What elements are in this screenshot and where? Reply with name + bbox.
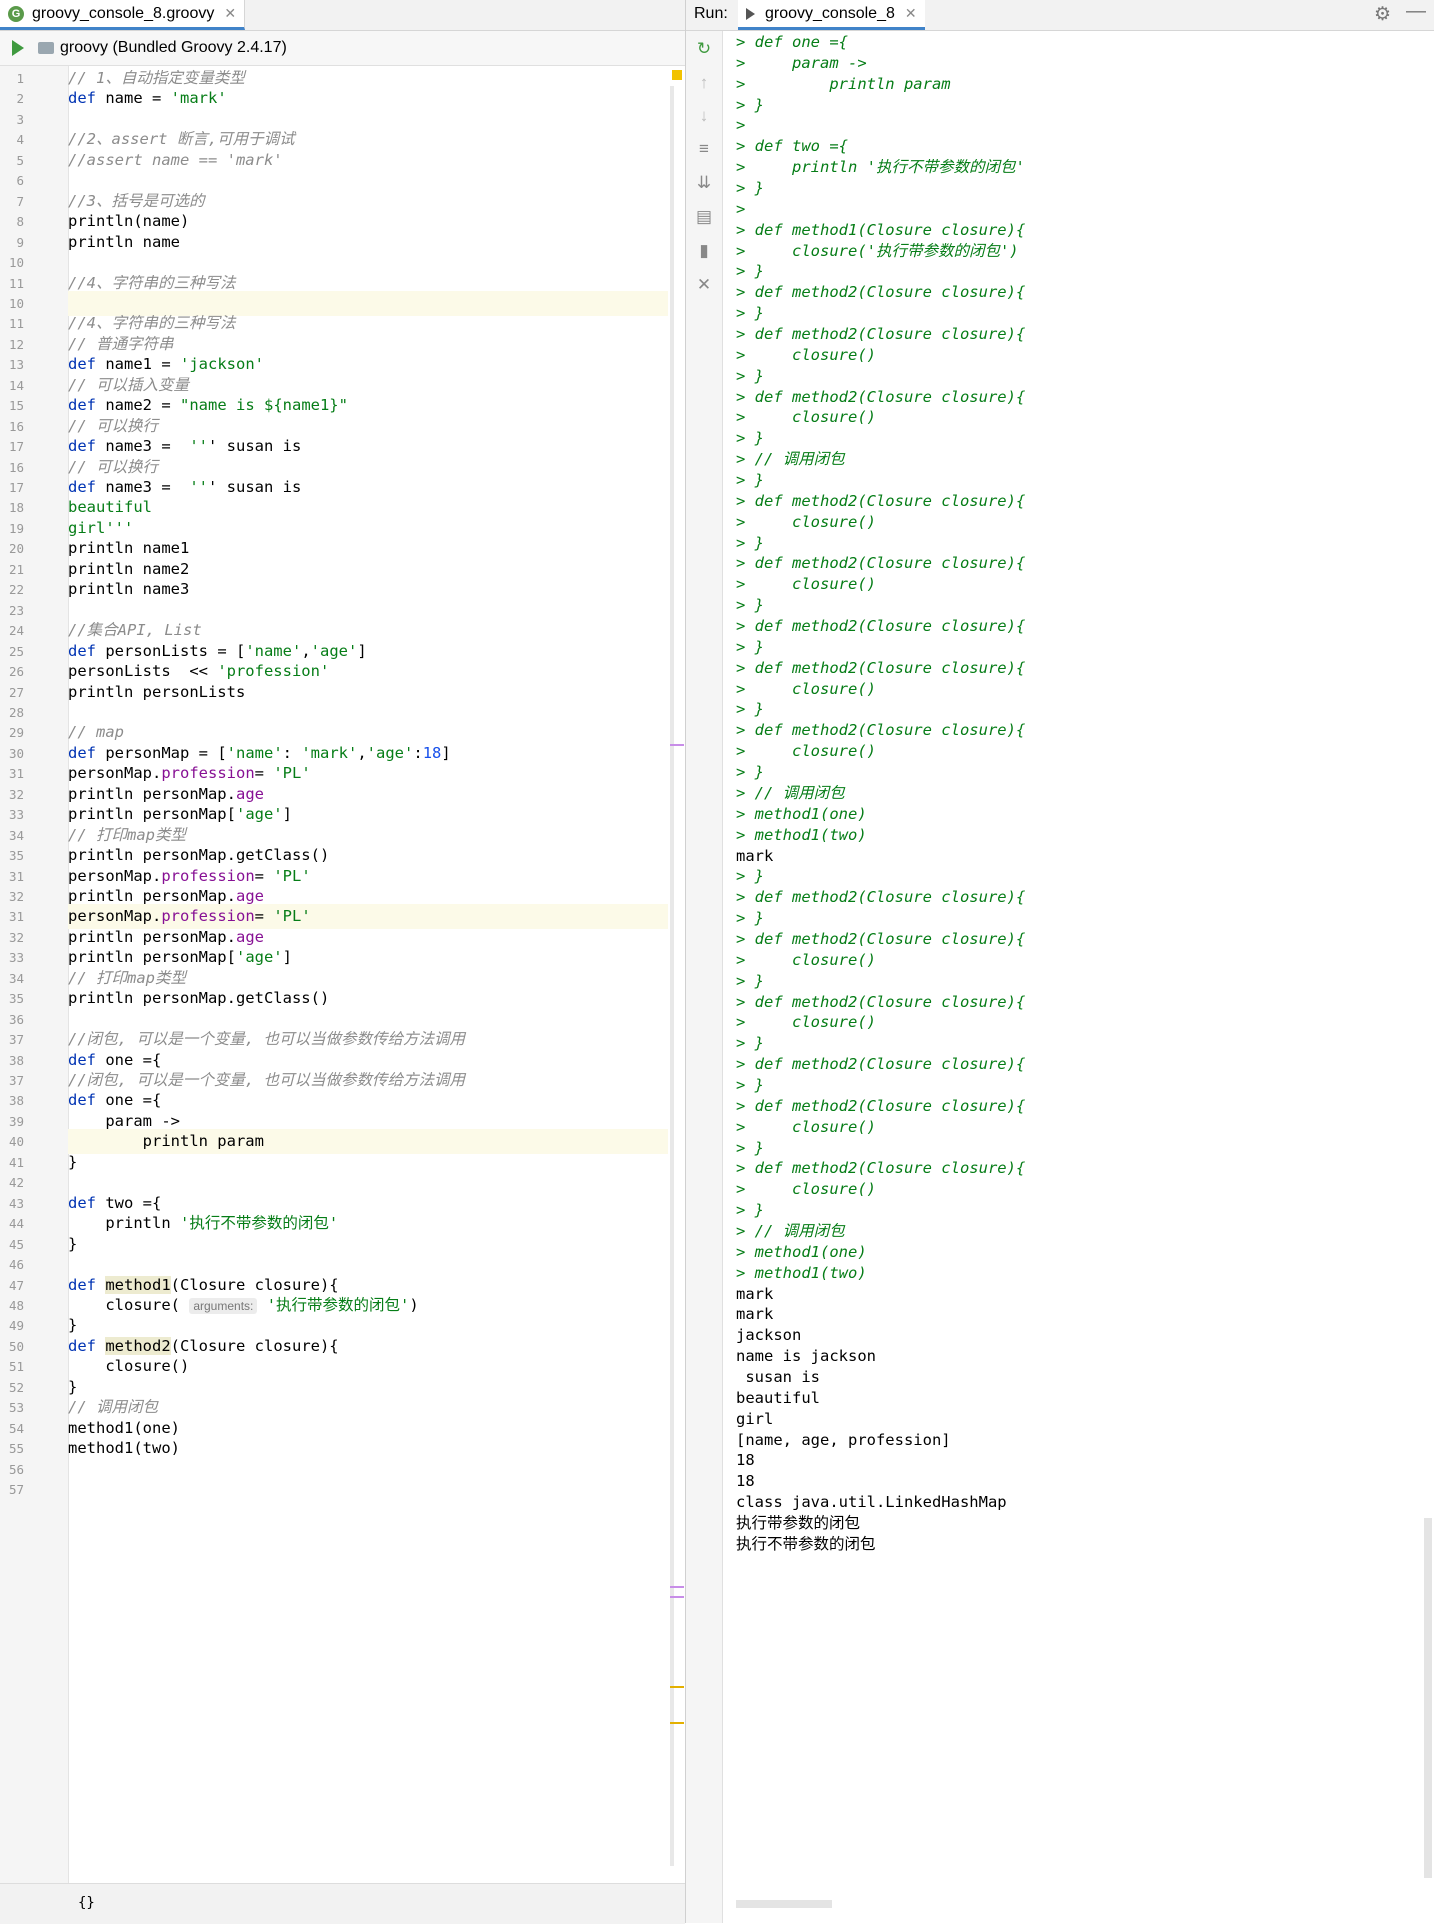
soft-wrap-icon[interactable]: ≡ — [694, 139, 714, 159]
code-line[interactable] — [68, 1477, 668, 1502]
warning-marker-icon[interactable] — [672, 70, 682, 80]
console-input-line: > closure('执行带参数的闭包') — [736, 242, 1019, 260]
run-toolbar: ↻ ↑ ↓ ≡ ⇊ ▤ ▮ ✕ — [686, 31, 723, 1923]
scroll-to-end-icon[interactable]: ⇊ — [694, 173, 714, 193]
run-tab-label: groovy_console_8 — [765, 4, 895, 22]
arrow-down-icon[interactable]: ↓ — [694, 106, 714, 126]
console-input-line: > println param — [736, 75, 951, 93]
run-pane: Run: groovy_console_8 ✕ ⚙ — ↻ ↑ ↓ ≡ ⇊ ▤ … — [686, 0, 1434, 1923]
editor-tab[interactable]: G groovy_console_8.groovy ✕ — [0, 0, 246, 30]
editor-breadcrumb-bar: {} — [0, 1883, 685, 1924]
close-icon[interactable]: ✕ — [694, 275, 714, 295]
code-area[interactable]: // 1、自动指定变量类型 def name = 'mark'//2、assert… — [68, 66, 668, 1883]
groovy-sdk-label[interactable]: groovy (Bundled Groovy 2.4.17) — [60, 39, 287, 57]
module-icon — [38, 42, 54, 54]
run-icon[interactable] — [12, 40, 24, 56]
console-input-line: > println '执行不带参数的闭包' — [736, 158, 1025, 176]
console-output-line: 执行不带参数的闭包 — [736, 1535, 876, 1553]
console-input-line: > def method2(Closure closure){ — [736, 1055, 1026, 1073]
console-horizontal-scrollbar[interactable] — [736, 1900, 832, 1908]
run-label: Run: — [694, 5, 728, 22]
console-scrollbar[interactable] — [1422, 30, 1434, 1890]
groovy-file-icon: G — [8, 5, 24, 22]
editor-toolbar: groovy (Bundled Groovy 2.4.17) — [0, 31, 685, 66]
close-icon[interactable]: ✕ — [224, 5, 236, 22]
console-output-line: [name, age, profession] — [736, 1431, 951, 1449]
print-icon[interactable]: ▤ — [694, 207, 714, 227]
minimize-icon[interactable]: — — [1406, 0, 1426, 23]
trash-icon[interactable]: ▮ — [694, 241, 714, 261]
close-icon[interactable]: ✕ — [905, 5, 917, 22]
run-config-icon — [746, 7, 755, 20]
console-output[interactable]: > def one ={> param -> > println param > }… — [736, 30, 1416, 1890]
breadcrumb: {} — [78, 1895, 95, 1911]
rerun-icon[interactable]: ↻ — [694, 39, 714, 59]
line-number: 57 — [8, 1482, 24, 1497]
editor-scrollbar[interactable] — [670, 66, 684, 1883]
gear-icon[interactable]: ⚙ — [1374, 3, 1391, 26]
editor-pane: G groovy_console_8.groovy ✕ groovy (Bund… — [0, 0, 686, 1924]
arrow-up-icon[interactable]: ↑ — [694, 73, 714, 93]
editor-tab-label: groovy_console_8.groovy — [32, 4, 215, 22]
console-input-line: > def method2(Closure closure){ — [736, 283, 1026, 301]
run-tab-bar: Run: groovy_console_8 ✕ ⚙ — — [686, 0, 1434, 31]
console-input-line: > def method2(Closure closure){ — [736, 888, 1026, 906]
console-input-line: > def method2(Closure closure){ — [736, 617, 1026, 635]
run-tab[interactable]: groovy_console_8 ✕ — [738, 0, 925, 30]
editor-tab-bar: G groovy_console_8.groovy ✕ — [0, 0, 685, 31]
line-number-gutter: 1 2 3 4 5 6 7 8 9 10 11 10 11 12 13 14 15 16 17 16 17 18 19 20 2… — [0, 66, 69, 1883]
